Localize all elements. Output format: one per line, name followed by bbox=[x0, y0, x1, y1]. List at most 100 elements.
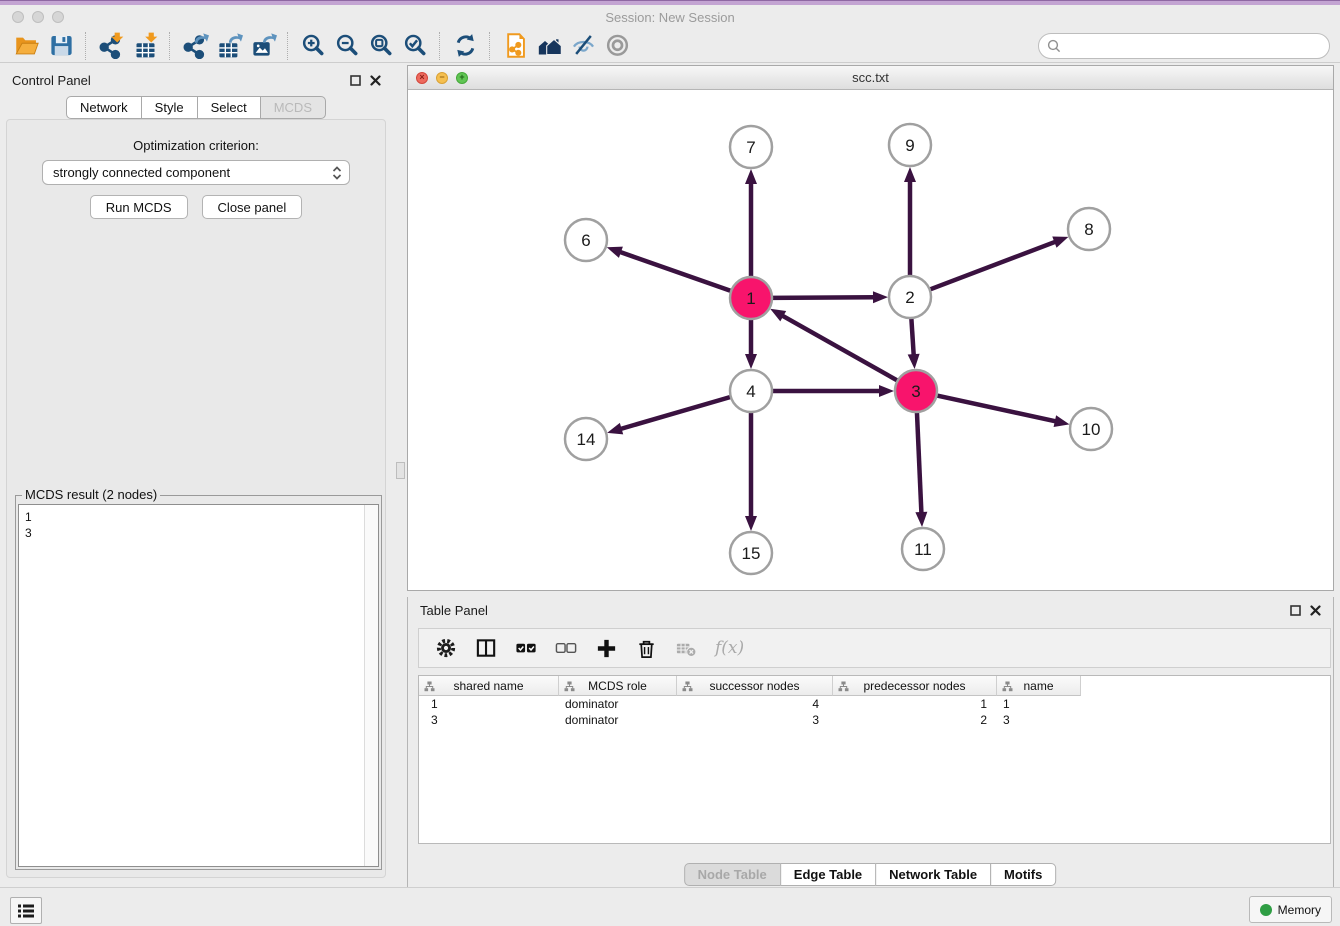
zoom-selected-button[interactable] bbox=[398, 31, 432, 61]
table-toolbar: f(x) bbox=[418, 628, 1331, 668]
graph-edge-arrowhead bbox=[745, 169, 757, 184]
close-window-button[interactable] bbox=[12, 11, 24, 23]
select-all-checkboxes-icon bbox=[515, 637, 538, 660]
import-table-button[interactable] bbox=[128, 31, 162, 61]
table-cell[interactable]: 3 bbox=[997, 712, 1081, 728]
node-table[interactable]: shared nameMCDS rolesuccessor nodesprede… bbox=[418, 675, 1331, 844]
hide-selected-button[interactable] bbox=[566, 31, 600, 61]
network-minimize-button[interactable]: − bbox=[436, 72, 448, 84]
close-panel-icon[interactable] bbox=[1310, 605, 1321, 616]
table-cell[interactable]: 1 bbox=[833, 696, 997, 712]
memory-button[interactable]: Memory bbox=[1249, 896, 1332, 923]
import-network-button[interactable] bbox=[94, 31, 128, 61]
splitter-grip[interactable] bbox=[396, 462, 405, 479]
network-zoom-button[interactable]: + bbox=[456, 72, 468, 84]
apply-layout-button[interactable] bbox=[448, 31, 482, 61]
search-icon bbox=[1047, 39, 1061, 53]
column-header-name[interactable]: name bbox=[997, 676, 1081, 696]
table-cell[interactable]: 1 bbox=[419, 696, 559, 712]
column-header-predecessor-nodes[interactable]: predecessor nodes bbox=[833, 676, 997, 696]
split-view-button[interactable] bbox=[475, 637, 498, 660]
network-close-button[interactable]: × bbox=[416, 72, 428, 84]
select-all-checkboxes-button[interactable] bbox=[515, 637, 538, 660]
mcds-result-title: MCDS result (2 nodes) bbox=[22, 487, 160, 502]
search-input[interactable] bbox=[1066, 37, 1321, 54]
table-row[interactable]: 1dominator411 bbox=[419, 696, 1330, 712]
table-cell[interactable]: 3 bbox=[419, 712, 559, 728]
export-image-icon bbox=[250, 32, 277, 59]
tab-edge-table[interactable]: Edge Table bbox=[780, 863, 876, 886]
control-panel: Control Panel NetworkStyleSelectMCDS Opt… bbox=[0, 65, 393, 888]
first-neighbors-button[interactable] bbox=[532, 31, 566, 61]
zoom-fit-button[interactable] bbox=[364, 31, 398, 61]
minimize-window-button[interactable] bbox=[32, 11, 44, 23]
close-panel-button[interactable]: Close panel bbox=[202, 195, 303, 219]
delete-column-trash-button[interactable] bbox=[635, 637, 658, 660]
save-session-button[interactable] bbox=[44, 31, 78, 61]
task-history-button[interactable] bbox=[10, 897, 42, 924]
graph-edge-arrowhead bbox=[745, 516, 757, 531]
table-panel: Table Panel f(x) shared nameMCDS rolesuc… bbox=[407, 597, 1334, 888]
graph-edge-1-6[interactable] bbox=[619, 252, 731, 291]
table-row[interactable]: 3dominator323 bbox=[419, 712, 1330, 728]
table-cell[interactable]: 1 bbox=[997, 696, 1081, 712]
tab-select[interactable]: Select bbox=[197, 96, 261, 119]
table-cell[interactable]: 4 bbox=[677, 696, 833, 712]
graph-edge-arrowhead bbox=[607, 247, 623, 258]
graph-node-label: 14 bbox=[577, 430, 596, 449]
column-type-icon bbox=[682, 681, 693, 692]
export-image-button[interactable] bbox=[246, 31, 280, 61]
network-window-titlebar[interactable]: × − + scc.txt bbox=[408, 66, 1333, 90]
new-network-from-selection-button[interactable] bbox=[498, 31, 532, 61]
tab-network[interactable]: Network bbox=[66, 96, 142, 119]
tab-style[interactable]: Style bbox=[141, 96, 198, 119]
float-panel-icon[interactable] bbox=[350, 75, 361, 86]
show-all-button[interactable] bbox=[600, 31, 634, 61]
table-cell[interactable]: 2 bbox=[833, 712, 997, 728]
graph-node-label: 4 bbox=[746, 382, 755, 401]
function-builder-fx-button[interactable]: f(x) bbox=[715, 638, 744, 658]
graph-edge-3-1[interactable] bbox=[781, 315, 897, 381]
table-cell[interactable]: dominator bbox=[559, 696, 677, 712]
graph-edge-3-10[interactable] bbox=[937, 395, 1057, 421]
maximize-window-button[interactable] bbox=[52, 11, 64, 23]
network-canvas[interactable]: 1234678910111415 bbox=[408, 89, 1333, 590]
mcds-result-scrollpane[interactable]: 13 bbox=[18, 504, 379, 867]
export-network-button[interactable] bbox=[178, 31, 212, 61]
tab-mcds[interactable]: MCDS bbox=[260, 96, 326, 119]
criterion-dropdown[interactable]: strongly connected component bbox=[42, 160, 350, 185]
toolbar-separator bbox=[287, 32, 289, 60]
column-header-successor-nodes[interactable]: successor nodes bbox=[677, 676, 833, 696]
export-table-button[interactable] bbox=[212, 31, 246, 61]
table-cell[interactable]: 3 bbox=[677, 712, 833, 728]
show-all-icon bbox=[604, 32, 631, 59]
result-scrollbar[interactable] bbox=[364, 505, 378, 866]
graph-node-label: 6 bbox=[581, 231, 590, 250]
zoom-in-button[interactable] bbox=[296, 31, 330, 61]
float-panel-icon[interactable] bbox=[1290, 605, 1301, 616]
graph-edge-2-8[interactable] bbox=[930, 241, 1057, 289]
column-header-MCDS-role[interactable]: MCDS role bbox=[559, 676, 677, 696]
delete-table-button[interactable] bbox=[675, 637, 698, 660]
graph-edge-arrowhead bbox=[770, 309, 786, 322]
tab-node-table[interactable]: Node Table bbox=[684, 863, 781, 886]
table-cell[interactable]: dominator bbox=[559, 712, 677, 728]
graph-edge-3-11[interactable] bbox=[917, 412, 922, 514]
search-box[interactable] bbox=[1038, 33, 1330, 59]
run-mcds-button[interactable]: Run MCDS bbox=[90, 195, 188, 219]
gear-button[interactable] bbox=[435, 637, 458, 660]
tab-network-table[interactable]: Network Table bbox=[875, 863, 991, 886]
graph-edge-1-2[interactable] bbox=[772, 297, 875, 298]
graph-edge-2-3[interactable] bbox=[911, 318, 913, 356]
create-column-plus-button[interactable] bbox=[595, 637, 618, 660]
toolbar-separator bbox=[439, 32, 441, 60]
graph-edge-arrowhead bbox=[745, 354, 757, 369]
unselect-all-checkboxes-button[interactable] bbox=[555, 637, 578, 660]
zoom-out-button[interactable] bbox=[330, 31, 364, 61]
column-header-shared-name[interactable]: shared name bbox=[419, 676, 559, 696]
close-panel-icon[interactable] bbox=[370, 75, 381, 86]
graph-edge-4-14[interactable] bbox=[620, 397, 731, 429]
tab-motifs[interactable]: Motifs bbox=[990, 863, 1056, 886]
graph-node-label: 15 bbox=[742, 544, 761, 563]
open-session-button[interactable] bbox=[10, 31, 44, 61]
